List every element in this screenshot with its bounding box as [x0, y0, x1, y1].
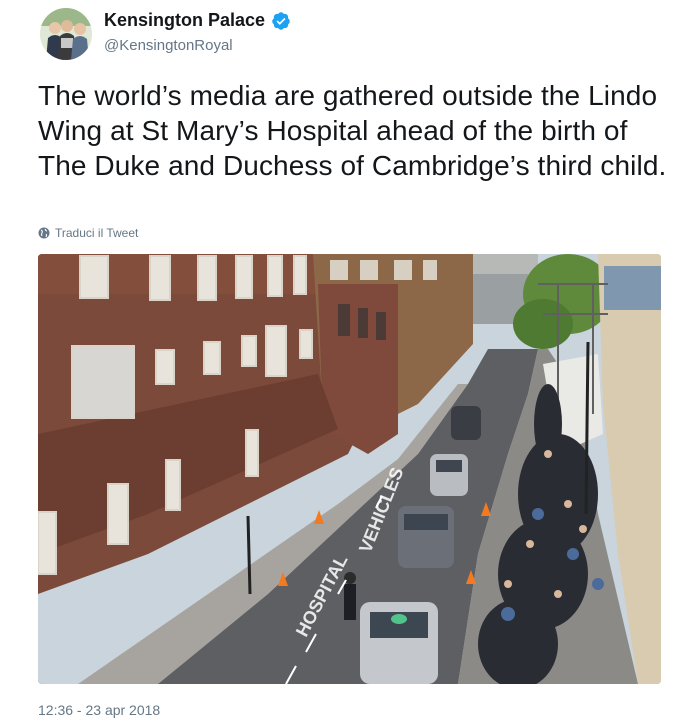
- tweet-text: The world’s media are gathered outside t…: [38, 80, 667, 181]
- avatar-photo: [40, 8, 92, 60]
- translate-button[interactable]: Traduci il Tweet: [38, 226, 138, 240]
- globe-icon: [38, 227, 50, 239]
- street-scene-image: VEHICLES HOSPITAL: [38, 254, 661, 684]
- author-handle[interactable]: @KensingtonRoyal: [104, 37, 233, 54]
- avatar[interactable]: [40, 8, 92, 60]
- tweet-timestamp[interactable]: 12:36 - 23 apr 2018: [38, 702, 160, 718]
- author-name[interactable]: Kensington Palace: [104, 10, 265, 31]
- verified-badge-icon: [272, 11, 290, 30]
- author-name-row[interactable]: Kensington Palace: [104, 10, 291, 31]
- tweet-photo[interactable]: VEHICLES HOSPITAL: [38, 254, 661, 684]
- translate-label[interactable]: Traduci il Tweet: [55, 226, 138, 240]
